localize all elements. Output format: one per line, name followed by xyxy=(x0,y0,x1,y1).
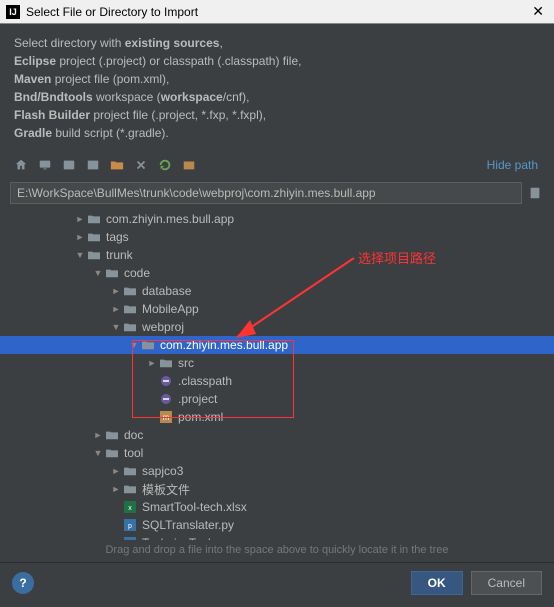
delete-icon[interactable] xyxy=(130,154,152,176)
close-icon[interactable]: ✕ xyxy=(528,3,548,20)
tree-node-label: MobileApp xyxy=(142,302,199,316)
module-icon[interactable] xyxy=(82,154,104,176)
tree-row[interactable]: webproj xyxy=(0,318,554,336)
toolbar: Hide path xyxy=(0,150,554,180)
expand-arrow-icon[interactable] xyxy=(92,430,104,440)
tree-node-label: doc xyxy=(124,428,143,442)
folder-icon xyxy=(86,230,102,244)
hide-path-link[interactable]: Hide path xyxy=(487,158,544,172)
tree-node-label: code xyxy=(124,266,150,280)
cancel-button[interactable]: Cancel xyxy=(471,571,542,595)
tree-node-label: com.zhiyin.mes.bull.app xyxy=(106,212,234,226)
folder-icon xyxy=(122,284,138,298)
tree-row[interactable]: database xyxy=(0,282,554,300)
folder-icon xyxy=(86,248,102,262)
tree-row[interactable]: com.zhiyin.mes.bull.app xyxy=(0,210,554,228)
file-tree[interactable]: 选择项目路径 com.zhiyin.mes.bull.app tags trunk c… xyxy=(0,208,554,540)
folder-icon xyxy=(122,464,138,478)
tree-node-label: webproj xyxy=(142,320,184,334)
tree-node-label: tool xyxy=(124,446,143,460)
folder-icon xyxy=(86,212,102,226)
folder-icon xyxy=(104,446,120,460)
tree-node-label: tags xyxy=(106,230,129,244)
instructions: Select directory with existing sources, … xyxy=(0,24,554,150)
path-input[interactable] xyxy=(10,182,522,204)
tree-row[interactable]: 模板文件 xyxy=(0,480,554,498)
expand-arrow-icon[interactable] xyxy=(110,466,122,476)
folder-icon xyxy=(122,302,138,316)
titlebar: IJ Select File or Directory to Import ✕ xyxy=(0,0,554,24)
tree-row[interactable]: doc xyxy=(0,426,554,444)
tree-row[interactable]: trunk xyxy=(0,246,554,264)
tree-node-label: trunk xyxy=(106,248,133,262)
folder-icon xyxy=(104,266,120,280)
hint-text: Drag and drop a file into the space abov… xyxy=(0,540,554,562)
svg-text:p: p xyxy=(128,523,132,530)
tree-node-label: SQLTranslater.py xyxy=(142,518,234,532)
tree-row[interactable]: x SmartTool-tech.xlsx xyxy=(0,498,554,516)
expand-arrow-icon[interactable] xyxy=(92,268,104,278)
ok-button[interactable]: OK xyxy=(411,571,463,595)
path-row xyxy=(0,180,554,208)
footer: ? OK Cancel xyxy=(0,562,554,607)
tree-row[interactable]: p TechnicsTools.py xyxy=(0,534,554,540)
new-folder-icon[interactable] xyxy=(106,154,128,176)
show-hidden-icon[interactable] xyxy=(178,154,200,176)
folder-icon xyxy=(122,482,138,496)
expand-arrow-icon[interactable] xyxy=(92,448,104,458)
tree-node-label: sapjco3 xyxy=(142,464,183,478)
app-icon: IJ xyxy=(6,5,20,19)
svg-text:x: x xyxy=(128,505,132,512)
tree-row[interactable]: p SQLTranslater.py xyxy=(0,516,554,534)
tree-node-label: 模板文件 xyxy=(142,481,190,498)
annotation-box xyxy=(132,340,294,418)
home-icon[interactable] xyxy=(10,154,32,176)
folder-icon xyxy=(122,320,138,334)
expand-arrow-icon[interactable] xyxy=(110,286,122,296)
annotation-text: 选择项目路径 xyxy=(358,248,436,267)
desktop-icon[interactable] xyxy=(34,154,56,176)
tree-row[interactable]: sapjco3 xyxy=(0,462,554,480)
expand-arrow-icon[interactable] xyxy=(110,484,122,494)
expand-arrow-icon[interactable] xyxy=(110,304,122,314)
window-title: Select File or Directory to Import xyxy=(26,5,528,19)
tree-node-label: SmartTool-tech.xlsx xyxy=(142,500,247,514)
expand-arrow-icon[interactable] xyxy=(74,214,86,224)
help-icon[interactable]: ? xyxy=(12,572,34,594)
tree-row[interactable]: tool xyxy=(0,444,554,462)
expand-arrow-icon[interactable] xyxy=(110,322,122,332)
xlsx-icon: x xyxy=(122,500,138,514)
expand-arrow-icon[interactable] xyxy=(74,250,86,260)
expand-arrow-icon[interactable] xyxy=(74,232,86,242)
history-icon[interactable] xyxy=(526,184,544,202)
tree-row[interactable]: tags xyxy=(0,228,554,246)
tree-node-label: database xyxy=(142,284,191,298)
python-icon: p xyxy=(122,518,138,532)
tree-row[interactable]: MobileApp xyxy=(0,300,554,318)
folder-icon xyxy=(104,428,120,442)
tree-node-label: TechnicsTools.py xyxy=(142,536,233,540)
python-icon: p xyxy=(122,536,138,540)
project-icon[interactable] xyxy=(58,154,80,176)
refresh-icon[interactable] xyxy=(154,154,176,176)
tree-row[interactable]: code xyxy=(0,264,554,282)
